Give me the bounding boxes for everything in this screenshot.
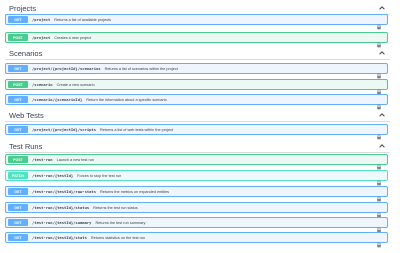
method-badge: GET (8, 65, 28, 72)
operation-row[interactable]: GET/project/{projectId}/scenarios Returns… (5, 63, 388, 79)
operation-description: Create a new scenario (56, 82, 95, 87)
lock-icon[interactable] (376, 127, 382, 140)
method-badge: GET (8, 188, 28, 195)
section-header[interactable]: Test Runs (5, 140, 390, 153)
method-badge: GET (8, 16, 28, 23)
section-title: Scenarios (9, 48, 43, 58)
operation-path: /scenario/{scenarioId} (32, 97, 83, 102)
lock-icon[interactable] (376, 235, 382, 248)
method-badge: GET (8, 204, 28, 211)
operation-row[interactable]: GET/test-run/{testId}/raw-stats Returns t… (5, 186, 388, 202)
chevron-up-icon[interactable] (378, 142, 386, 150)
operation-row[interactable]: POST/project Creates a new project (5, 32, 388, 48)
operation-row[interactable]: GET/scenario/{scenarioId} Return the info… (5, 94, 388, 110)
chevron-up-icon[interactable] (378, 111, 386, 119)
section-header[interactable]: Scenarios (5, 47, 390, 60)
operation-path: /test-run/{testId}/raw-stats (32, 189, 97, 194)
section-title: Web Tests (9, 110, 44, 120)
operation-path: /test-run (32, 157, 53, 162)
operation-path: /test-run/{testId}/status (32, 205, 90, 210)
method-badge: PATCH (8, 172, 28, 179)
operation-path: /project (32, 17, 51, 22)
method-badge: GET (8, 219, 28, 226)
operation-path: /test-run/{testId} (32, 173, 74, 178)
lock-icon[interactable] (376, 66, 382, 79)
operation-row[interactable]: GET/test-run/{testId}/summary Returns the… (5, 217, 388, 233)
operation-path: /scenario (32, 82, 53, 87)
operation-description: Returns the test run status (93, 205, 138, 210)
lock-icon[interactable] (376, 82, 382, 95)
lock-icon[interactable] (376, 17, 382, 30)
method-badge: GET (8, 126, 28, 133)
lock-icon[interactable] (376, 205, 382, 218)
operation-row[interactable]: GET/project/{projectId}/scripts Returns a… (5, 124, 388, 140)
operation-row[interactable]: PATCH/test-run/{testId} Forces to stop th… (5, 170, 388, 186)
chevron-up-icon[interactable] (378, 49, 386, 57)
operation-description: Returns a list of available projects (54, 17, 112, 22)
lock-icon[interactable] (376, 157, 382, 170)
section-scenarios: Scenarios (5, 47, 390, 60)
method-badge: GET (8, 96, 28, 103)
chevron-up-icon[interactable] (378, 4, 386, 12)
operation-path: /project/{projectId}/scenarios (32, 66, 101, 71)
operation-description: Returns a list of scenarios within the p… (104, 66, 178, 71)
section-test-runs: Test Runs (5, 140, 390, 153)
lock-icon[interactable] (376, 189, 382, 202)
operation-description: Returns a list of web tests within the p… (100, 127, 174, 132)
method-badge: GET (8, 234, 28, 241)
operation-description: Returns the metrics on expanded entities (100, 189, 170, 194)
section-title: Projects (9, 3, 37, 13)
operation-row[interactable]: POST/scenario Create a new scenario (5, 79, 388, 95)
section-header[interactable]: Web Tests (5, 109, 390, 122)
operation-description: Returns statistics on the test run (90, 235, 146, 240)
method-badge: POST (8, 156, 28, 163)
operation-description: Creates a new project (54, 35, 92, 40)
operation-description: Return the information about a specific … (86, 97, 167, 102)
method-badge: POST (8, 34, 28, 41)
section-title: Test Runs (9, 141, 43, 151)
method-badge: POST (8, 81, 28, 88)
lock-icon[interactable] (376, 173, 382, 186)
operation-row[interactable]: GET/test-run/{testId}/stats Returns stati… (5, 232, 388, 248)
operation-row[interactable]: GET/project Returns a list of available p… (5, 14, 388, 30)
operation-description: Forces to stop the test run (77, 173, 122, 178)
operation-path: /test-run/{testId}/stats (32, 235, 87, 240)
lock-icon[interactable] (376, 220, 382, 233)
operation-row[interactable]: GET/test-run/{testId}/status Returns the … (5, 202, 388, 218)
section-web-tests: Web Tests (5, 109, 390, 122)
operation-path: /project (32, 35, 51, 40)
operation-path: /project/{projectId}/scripts (32, 127, 97, 132)
operation-description: Returns the test run summary (95, 220, 146, 225)
operation-path: /test-run/{testId}/summary (32, 220, 92, 225)
operation-description: Launch a new test run (56, 157, 94, 162)
operation-row[interactable]: POST/test-run Launch a new test run (5, 154, 388, 170)
api-docs: Projects GET/project Returns a list of ava… (0, 0, 400, 253)
lock-icon[interactable] (376, 97, 382, 110)
lock-icon[interactable] (376, 35, 382, 48)
